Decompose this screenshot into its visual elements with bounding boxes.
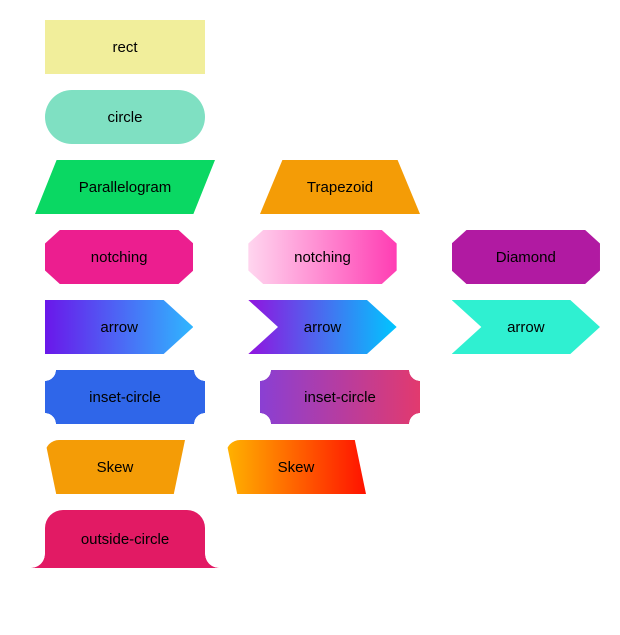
shape-rect: rect bbox=[45, 20, 205, 74]
shape-trapezoid: Trapezoid bbox=[260, 160, 420, 214]
shape-inset-circle-1: inset-circle bbox=[45, 370, 205, 424]
shape-inset-circle-2: inset-circle bbox=[260, 370, 420, 424]
shape-circle: circle bbox=[45, 90, 205, 144]
shape-arrow-3: arrow bbox=[452, 300, 600, 354]
shape-skew-1: Skew bbox=[45, 440, 185, 494]
shape-parallelogram: Parallelogram bbox=[35, 160, 215, 214]
shape-notching-2: notching bbox=[248, 230, 396, 284]
shape-notching-1: notching bbox=[45, 230, 193, 284]
shape-arrow-1: arrow bbox=[45, 300, 193, 354]
shape-skew-2: Skew bbox=[226, 440, 366, 494]
shape-diamond: Diamond bbox=[452, 230, 600, 284]
shape-arrow-2: arrow bbox=[248, 300, 396, 354]
shape-outside-circle: outside-circle bbox=[45, 510, 205, 568]
